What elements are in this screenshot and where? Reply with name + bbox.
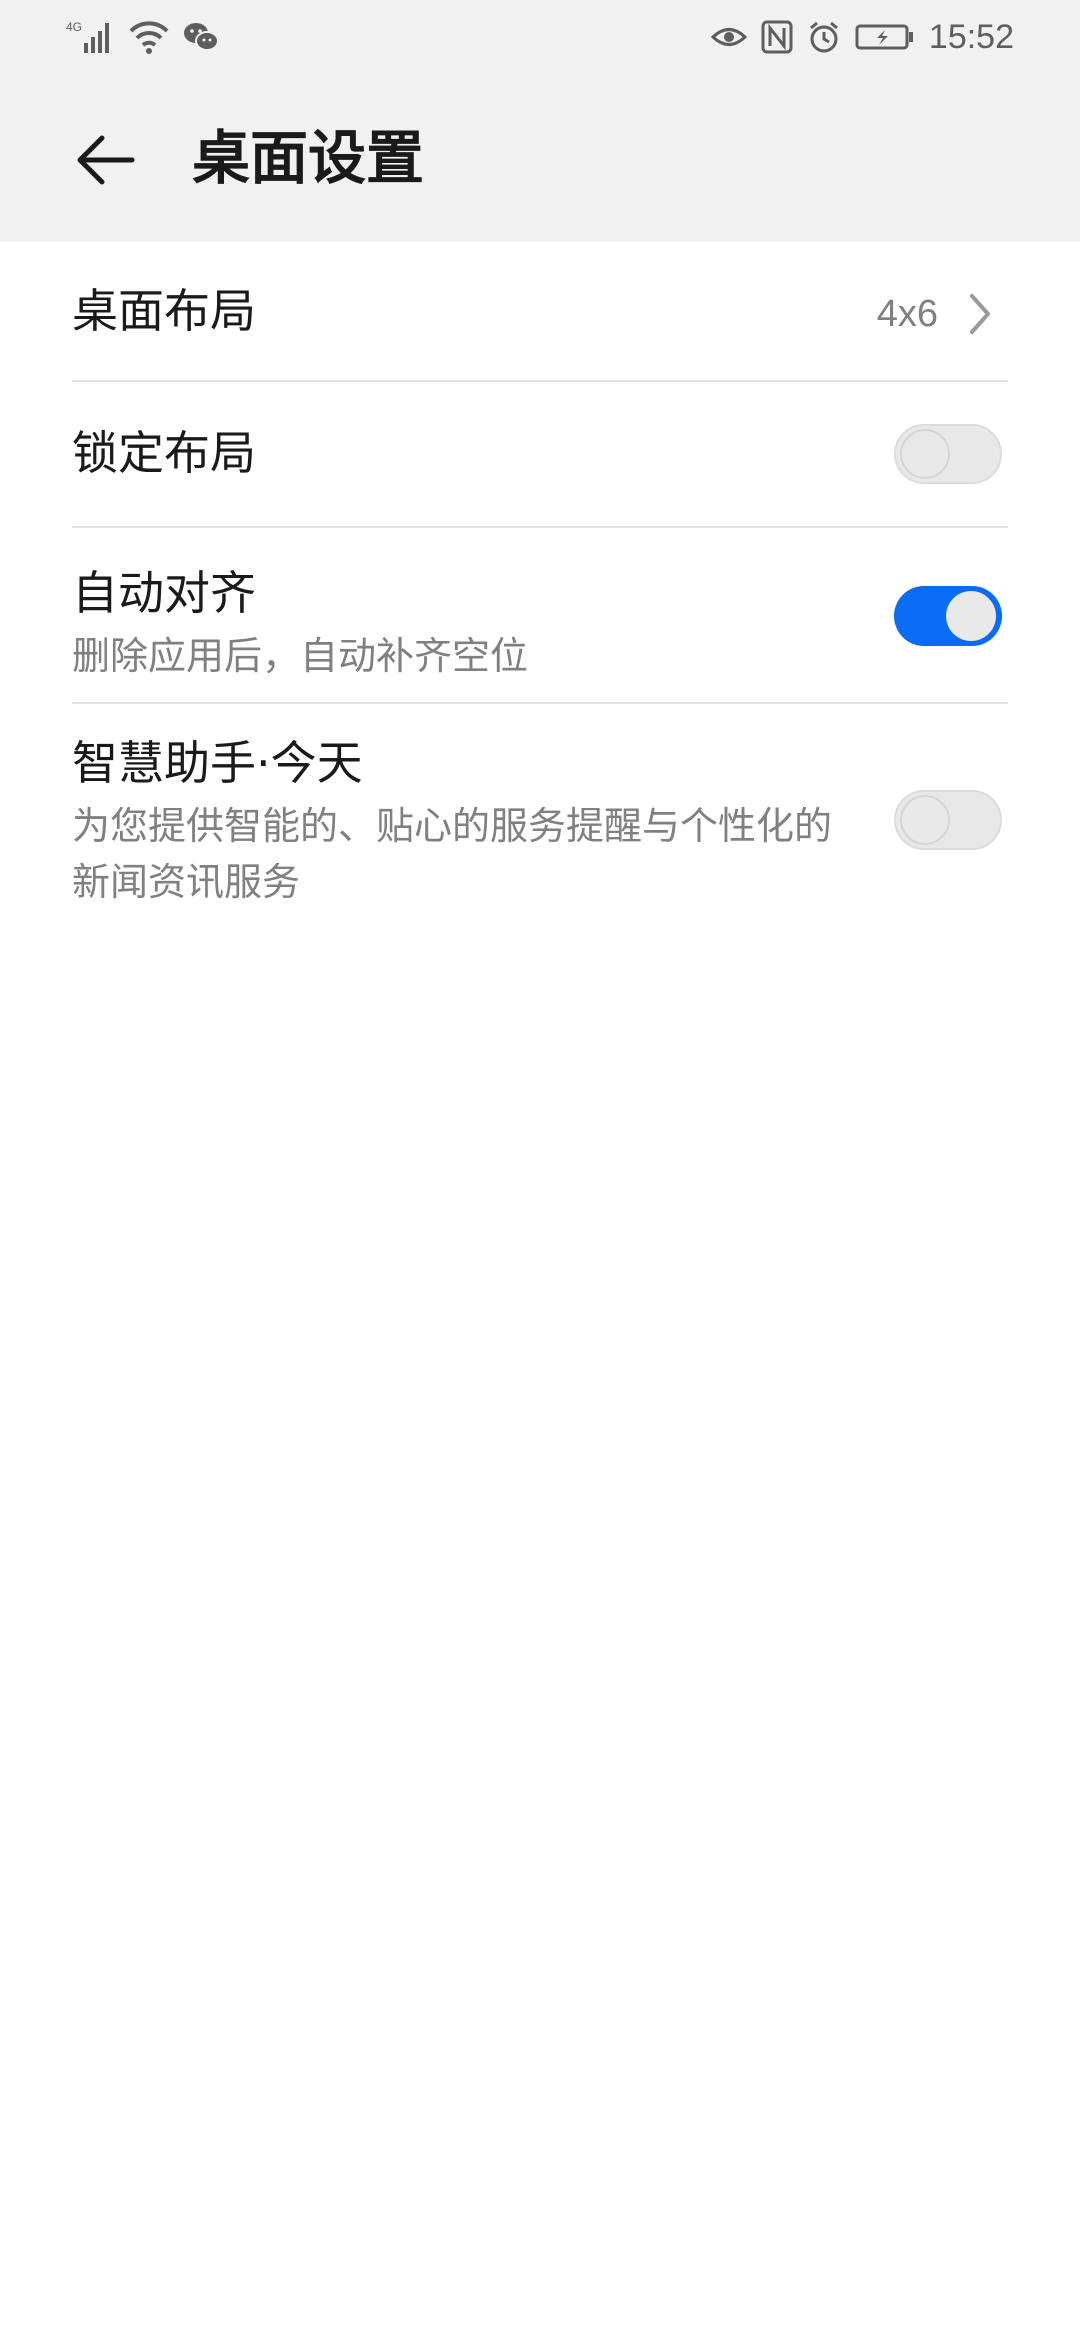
- auto-align-text: 自动对齐 删除应用后，自动补齐空位: [72, 564, 852, 684]
- status-left: 4G: [66, 14, 220, 60]
- chevron-right-icon: [966, 292, 994, 340]
- settings-list: 桌面布局 4x6 锁定布局 自动对齐 删除应用后，自动补齐空位 智慧助手·今天 …: [0, 242, 1080, 924]
- smart-assistant-subtitle: 为您提供智能的、贴心的服务提醒与个性化的新闻资讯服务: [72, 804, 833, 904]
- smart-assistant-text: 智慧助手·今天 为您提供智能的、贴心的服务提醒与个性化的新闻资讯服务: [72, 734, 852, 910]
- app-bar: 桌面设置: [0, 76, 1080, 242]
- auto-align-row: 自动对齐 删除应用后，自动补齐空位: [72, 528, 1008, 704]
- back-button[interactable]: [66, 120, 146, 200]
- toggle-knob: [900, 429, 950, 479]
- smart-assistant-toggle[interactable]: [894, 790, 1002, 850]
- status-time: 15:52: [928, 17, 1014, 56]
- eye-comfort-icon: [710, 22, 747, 52]
- lock-layout-toggle[interactable]: [894, 424, 1002, 484]
- auto-align-toggle[interactable]: [894, 586, 1002, 646]
- desktop-layout-value: 4x6: [876, 293, 938, 335]
- wechat-icon: [182, 19, 220, 55]
- arrow-left-icon: [77, 135, 135, 185]
- status-bar: 4G 15:52: [0, 0, 1080, 76]
- wifi-icon: [128, 19, 170, 55]
- auto-align-title: 自动对齐: [72, 566, 256, 620]
- lock-layout-title: 锁定布局: [72, 426, 256, 480]
- cellular-signal-icon: 4G: [66, 19, 116, 55]
- toggle-knob: [946, 591, 996, 641]
- desktop-layout-row[interactable]: 桌面布局 4x6: [72, 242, 1008, 382]
- alarm-icon: [807, 20, 841, 54]
- battery-charging-icon: [855, 22, 915, 52]
- smart-assistant-title: 智慧助手·今天: [72, 736, 363, 790]
- page-title: 桌面设置: [192, 124, 425, 192]
- lock-layout-row: 锁定布局: [72, 382, 1008, 528]
- svg-text:4G: 4G: [66, 20, 82, 34]
- status-right: 15:52: [710, 14, 1014, 60]
- auto-align-subtitle: 删除应用后，自动补齐空位: [72, 634, 529, 678]
- nfc-icon: [761, 20, 793, 54]
- smart-assistant-row: 智慧助手·今天 为您提供智能的、贴心的服务提醒与个性化的新闻资讯服务: [72, 704, 1008, 924]
- desktop-layout-title: 桌面布局: [72, 284, 256, 338]
- toggle-knob: [900, 795, 950, 845]
